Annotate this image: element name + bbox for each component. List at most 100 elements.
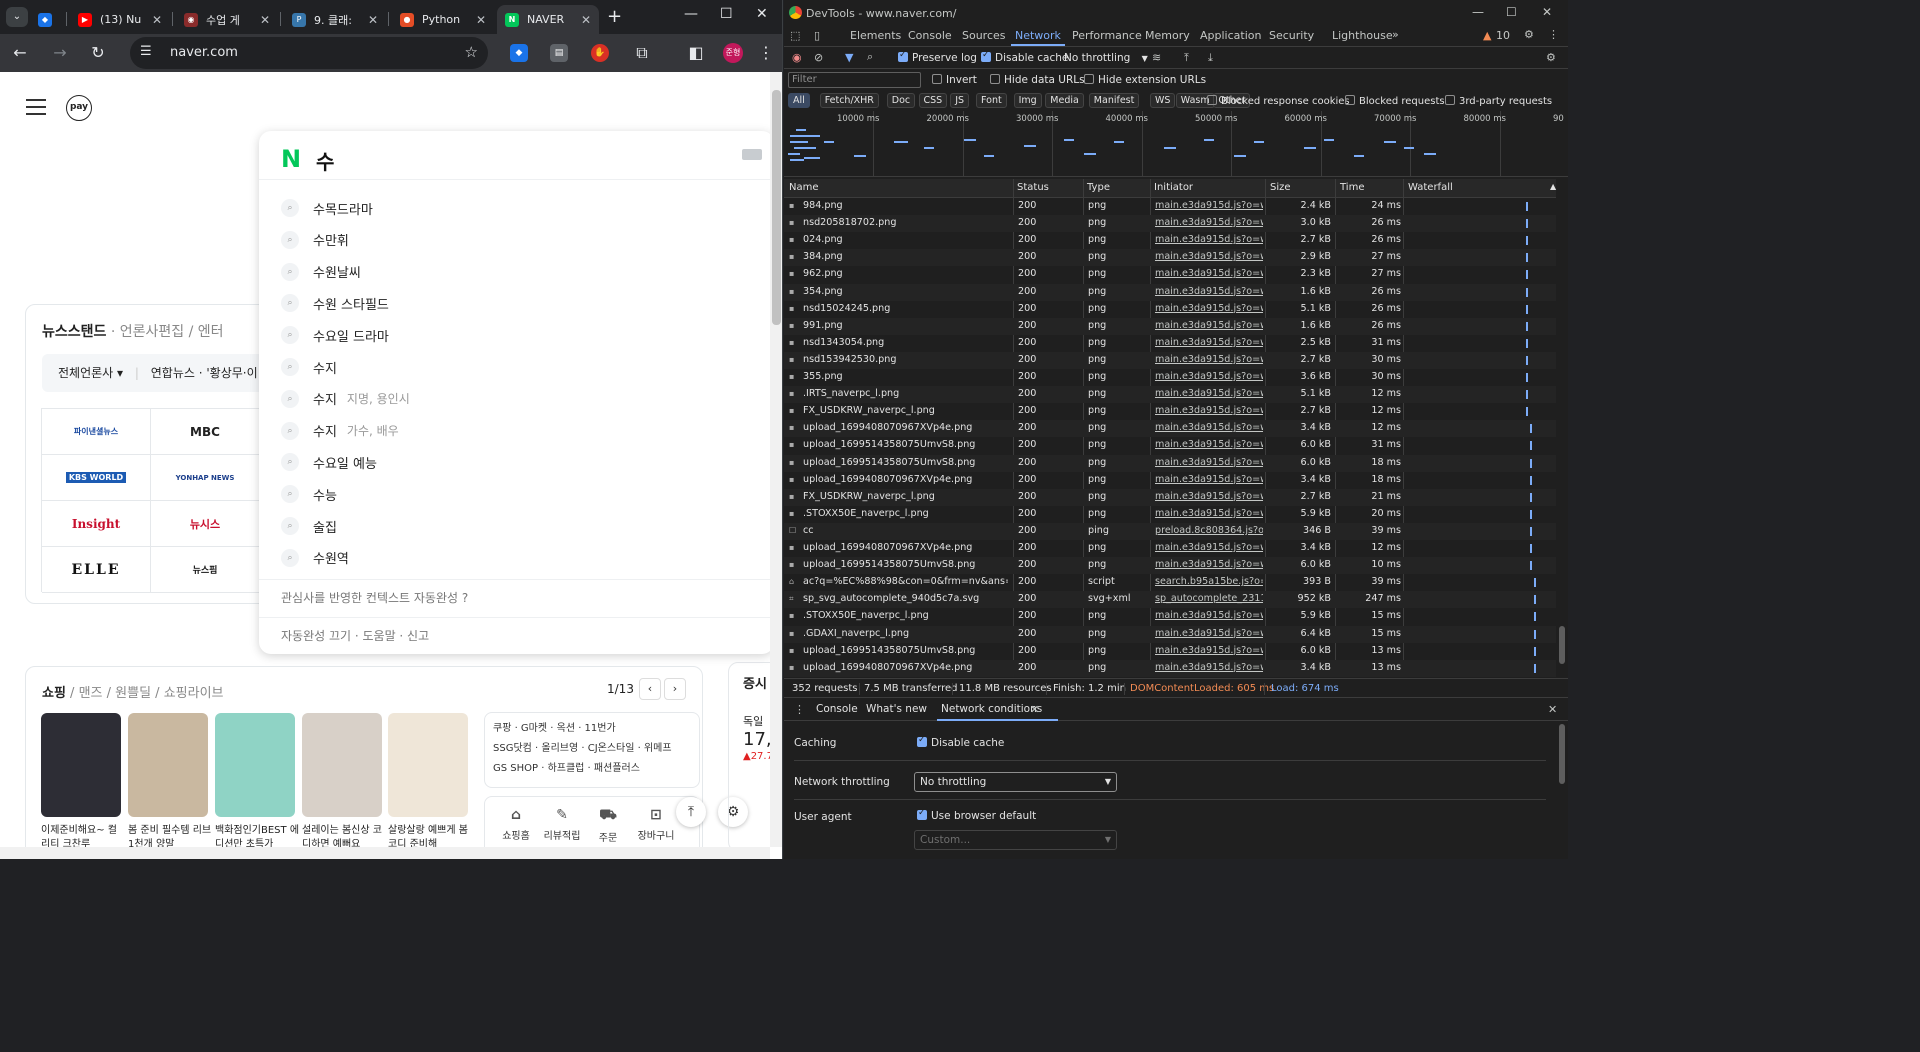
network-request-row[interactable]: ⌗ sp_svg_autocomplete_940d5c7a.svg 200 svg+… [784,591,1556,609]
close-icon[interactable]: ✕ [260,13,270,27]
network-request-row[interactable]: ▪ FX_USDKRW_naverpc_l.png 200 png main.e3da9… [784,403,1556,420]
cell-initiator[interactable]: main.e3da915d.js?o=w... [1155,320,1263,331]
close-tab-icon[interactable]: ✕ [1030,703,1039,716]
search-icon[interactable]: ⌕ [867,50,873,64]
brand-line[interactable]: 쿠팡 · G마켓 · 옥션 · 11번가 [493,719,691,739]
autocomplete-item[interactable]: ⌕ 수원역 [281,542,349,574]
hide-extension-urls-checkbox[interactable]: Hide extension URLs [1084,74,1206,86]
custom-ua-select[interactable]: Custom... ▼ [914,830,1117,850]
network-request-row[interactable]: ▪ 354.png 200 png main.e3da915d.js?o=w... 1.6… [784,283,1556,301]
gem-extension-icon[interactable]: ◆ [510,44,528,62]
cell-initiator[interactable]: main.e3da915d.js?o=w... [1155,388,1263,399]
disable-cache-checkbox[interactable]: Disable cache [981,50,1068,64]
autocomplete-item[interactable]: ⌕ 수만휘 [281,224,349,256]
cell-name[interactable]: upload_1699408070967XVp4e.png [803,474,1008,485]
product-image[interactable] [41,713,121,817]
autocomplete-footer[interactable]: 자동완성 끄기 · 도움말 · 신고 [281,627,429,644]
cell-initiator[interactable]: main.e3da915d.js?o=w... [1155,371,1263,382]
col-type[interactable]: Type [1087,182,1110,193]
cell-initiator[interactable]: main.e3da915d.js?o=w... [1155,337,1263,348]
tab-console[interactable]: Console [908,29,952,42]
network-request-row[interactable]: ▪ upload_1699514358075UmvS8.png 200 png main… [784,437,1556,454]
network-request-row[interactable]: ▪ 962.png 200 png main.e3da915d.js?o=w... 2.3… [784,266,1556,283]
address-bar[interactable]: ☰ naver.com ☆ [130,37,488,69]
filter-type-doc[interactable]: Doc [886,93,916,108]
tab-newsstand[interactable]: 뉴스스탠드 [42,324,106,340]
brand-line[interactable]: GS SHOP · 하프클럽 · 패션플러스 [493,759,691,779]
autocomplete-item[interactable]: ⌕ 수요일 예능 [281,446,377,478]
network-request-row[interactable]: ▪ .IRTS_naverpc_l.png 200 png main.e3da915d.… [784,386,1556,404]
maximize-icon[interactable]: ☐ [720,6,733,22]
clear-icon[interactable]: ⊘ [814,51,823,64]
cell-name[interactable]: nsd1343054.png [803,337,1008,348]
close-icon[interactable]: ✕ [581,13,591,27]
disable-cache-checkbox[interactable]: Disable cache [917,735,1004,749]
close-window-icon[interactable]: ✕ [1542,5,1552,19]
cell-name[interactable]: .STOXX50E_naverpc_l.png [803,508,1008,519]
more-kebab-icon[interactable]: ⋮ [1548,28,1559,41]
autocomplete-item[interactable]: ⌕ 수능 [281,478,337,510]
cell-initiator[interactable]: main.e3da915d.js?o=w... [1155,610,1263,621]
filter-type-fetchxhr[interactable]: Fetch/XHR [819,93,879,108]
page-hscrollbar[interactable] [0,847,770,859]
keyboard-icon[interactable] [742,149,762,160]
filter-type-ws[interactable]: WS [1150,93,1176,108]
filter-type-js[interactable]: JS [950,93,970,108]
record-icon[interactable]: ◉ [792,51,802,64]
bookmark-star-icon[interactable]: ☆ [465,43,478,61]
cell-initiator[interactable]: main.e3da915d.js?o=w... [1155,559,1263,570]
product-image[interactable] [388,713,468,817]
cell-name[interactable]: 962.png [803,268,1008,279]
hamburger-menu-icon[interactable] [26,99,46,115]
tab-press-edit[interactable]: 언론사편집 [120,324,184,340]
tab-sources[interactable]: Sources [962,29,1006,42]
network-request-row[interactable]: ▪ nsd1343054.png 200 png main.e3da915d.js?o=… [784,335,1556,352]
product-caption[interactable]: 설레이는 봄신상 코디하면 예뻐요 [302,824,386,847]
cell-initiator[interactable]: main.e3da915d.js?o=w... [1155,217,1263,228]
tab-youtube[interactable]: ▶ (13) Nu ✕ [70,5,170,34]
network-settings-icon[interactable]: ⚙ [1546,51,1556,64]
use-browser-default-checkbox[interactable]: Use browser default [917,808,1036,822]
network-request-row[interactable]: ▪ 984.png 200 png main.e3da915d.js?o=w... 2.4… [784,198,1556,215]
autocomplete-item[interactable]: ⌕ 수지 가수, 배우 [281,415,399,447]
minimize-icon[interactable]: — [684,6,698,22]
network-request-row[interactable]: ▪ nsd153942530.png 200 png main.e3da915d.js?… [784,351,1556,369]
settings-gear-icon[interactable]: ⚙ [1524,28,1534,41]
autocomplete-item[interactable]: ⌕ 수지 [281,351,337,383]
network-request-row[interactable]: ▪ upload_1699408070967XVp4e.png 200 png main… [784,420,1556,438]
more-tabs-icon[interactable]: » [1392,28,1399,41]
press-filter-dropdown[interactable]: 전체언론사 ▾ [58,366,123,380]
warning-count[interactable]: 10 [1496,29,1510,42]
press-logo[interactable]: Insight [42,501,151,547]
close-icon[interactable]: ✕ [476,13,486,27]
filter-type-media[interactable]: Media [1045,93,1084,108]
scroll-top-button[interactable]: ⤒ [676,797,706,827]
network-request-row[interactable]: ▪ 355.png 200 png main.e3da915d.js?o=w... 3.6… [784,369,1556,386]
forward-icon[interactable]: → [50,43,70,63]
close-drawer-icon[interactable]: ✕ [1548,703,1557,716]
tab-security[interactable]: Security [1269,29,1314,42]
filter-type-all[interactable]: All [788,93,810,108]
cell-initiator[interactable]: main.e3da915d.js?o=w... [1155,200,1263,211]
back-icon[interactable]: ← [10,43,30,63]
prev-page-button[interactable]: ‹ [639,678,661,700]
cell-name[interactable]: upload_1699408070967XVp4e.png [803,422,1008,433]
press-logo[interactable]: 파이낸셜뉴스 [42,409,151,455]
close-icon[interactable]: ✕ [152,13,162,27]
cell-name[interactable]: 024.png [803,234,1008,245]
pay-logo[interactable]: pay [66,95,92,121]
network-request-row[interactable]: ▪ .STOXX50E_naverpc_l.png 200 png main.e3da9… [784,506,1556,523]
sort-asc-icon[interactable]: ▲ [1550,182,1556,191]
cell-name[interactable]: 984.png [803,200,1008,211]
network-request-row[interactable]: ▪ .GDAXI_naverpc_l.png 200 png main.e3da915d… [784,625,1556,643]
tab-oneplusdeal[interactable]: 원쁠딜 [115,686,151,701]
col-waterfall[interactable]: Waterfall [1408,182,1453,193]
network-request-row[interactable]: ▪ upload_1699514358075UmvS8.png 200 png main… [784,643,1556,660]
network-request-row[interactable]: ▪ upload_1699514358075UmvS8.png 200 png main… [784,454,1556,472]
blocked-cookies-checkbox[interactable]: Blocked response cookies [1207,95,1350,107]
network-request-row[interactable]: ▪ FX_USDKRW_naverpc_l.png 200 png main.e3da9… [784,488,1556,506]
network-request-row[interactable]: ▪ upload_1699408070967XVp4e.png 200 png main… [784,659,1556,677]
invert-checkbox[interactable]: Invert [932,74,977,86]
network-request-row[interactable]: ⌂ ac?q=%EC%88%98&con=0&frm=nv&ans=2... 200… [784,574,1556,591]
product-image[interactable] [128,713,208,817]
